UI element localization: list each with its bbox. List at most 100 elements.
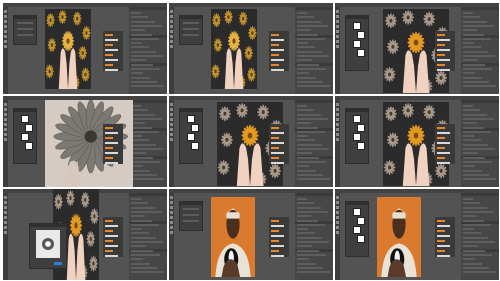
dialog-titlebar[interactable]	[14, 109, 36, 112]
slider-bar[interactable]	[437, 137, 445, 139]
tool-icon[interactable]	[336, 108, 339, 111]
levels-dialog[interactable]	[13, 108, 37, 164]
tool-icon[interactable]	[4, 20, 7, 23]
tool-icon[interactable]	[170, 113, 173, 116]
slider-bar[interactable]	[105, 157, 113, 159]
sample-swatch[interactable]	[357, 217, 365, 225]
slider-bar[interactable]	[437, 54, 445, 56]
slider-bar[interactable]	[271, 44, 279, 46]
toolbar[interactable]	[169, 7, 174, 94]
tool-icon[interactable]	[4, 221, 7, 224]
tool-icon[interactable]	[170, 35, 173, 38]
slider-bar[interactable]	[105, 235, 118, 237]
dialog-titlebar[interactable]	[346, 202, 368, 205]
video-thumbnail-tile[interactable]	[169, 3, 333, 94]
slider-bar[interactable]	[105, 34, 113, 36]
video-thumbnail-tile[interactable]	[335, 189, 499, 280]
toolbar[interactable]	[3, 100, 8, 187]
sample-swatch[interactable]	[353, 226, 361, 234]
tool-icon[interactable]	[336, 211, 339, 214]
slider-bar[interactable]	[271, 127, 279, 129]
slider-bar[interactable]	[437, 250, 445, 252]
tool-icon[interactable]	[4, 103, 7, 106]
tool-icon[interactable]	[4, 128, 7, 131]
slider-bar[interactable]	[437, 235, 450, 237]
tool-icon[interactable]	[336, 123, 339, 126]
sample-swatch[interactable]	[21, 133, 29, 141]
curves-dialog[interactable]	[179, 15, 203, 45]
dialog-titlebar[interactable]	[180, 16, 202, 19]
curves-dialog[interactable]	[13, 15, 37, 45]
slider-bar[interactable]	[271, 59, 284, 61]
toolbar[interactable]	[169, 100, 174, 187]
slider-bar[interactable]	[105, 220, 113, 222]
slider-bar[interactable]	[271, 34, 279, 36]
slider-bar[interactable]	[271, 245, 284, 247]
tool-icon[interactable]	[336, 103, 339, 106]
tool-icon[interactable]	[336, 226, 339, 229]
slider-bar[interactable]	[105, 152, 118, 154]
sample-swatch[interactable]	[25, 142, 33, 150]
panel-tab[interactable]	[129, 193, 167, 196]
tool-icon[interactable]	[170, 211, 173, 214]
slider-bar[interactable]	[437, 132, 450, 134]
dialog-titlebar[interactable]	[180, 202, 202, 205]
slider-bar[interactable]	[271, 142, 284, 144]
video-thumbnail-tile[interactable]	[3, 3, 167, 94]
sample-swatch[interactable]	[191, 142, 199, 150]
slider-bar[interactable]	[271, 162, 284, 164]
tool-icon[interactable]	[336, 15, 339, 18]
video-thumbnail-tile[interactable]	[3, 96, 167, 187]
tool-icon[interactable]	[336, 10, 339, 13]
slider-bar[interactable]	[437, 157, 445, 159]
tool-icon[interactable]	[170, 226, 173, 229]
tool-icon[interactable]	[336, 128, 339, 131]
video-thumbnail-tile[interactable]	[3, 189, 167, 280]
slider-bar[interactable]	[271, 147, 279, 149]
slider-bar[interactable]	[437, 142, 450, 144]
tool-icon[interactable]	[336, 113, 339, 116]
slider-bar[interactable]	[105, 137, 113, 139]
tool-icon[interactable]	[4, 133, 7, 136]
levels-dialog[interactable]	[345, 201, 369, 257]
slider-bar[interactable]	[105, 142, 118, 144]
dialog-titlebar[interactable]	[14, 16, 36, 19]
tool-icon[interactable]	[4, 40, 7, 43]
dialog-titlebar[interactable]	[346, 109, 368, 112]
slider-bar[interactable]	[105, 240, 113, 242]
sample-swatch[interactable]	[357, 31, 365, 39]
slider-bar[interactable]	[437, 152, 450, 154]
tool-icon[interactable]	[170, 201, 173, 204]
tool-icon[interactable]	[336, 25, 339, 28]
slider-bar[interactable]	[271, 250, 279, 252]
tool-icon[interactable]	[170, 118, 173, 121]
slider-bar[interactable]	[437, 59, 450, 61]
slider-bar[interactable]	[271, 132, 284, 134]
slider-bar[interactable]	[437, 49, 450, 51]
tool-icon[interactable]	[4, 15, 7, 18]
toolbar[interactable]	[335, 193, 340, 280]
slider-bar[interactable]	[105, 255, 118, 257]
tool-icon[interactable]	[170, 15, 173, 18]
dialog-titlebar[interactable]	[180, 109, 202, 112]
sample-swatch[interactable]	[25, 124, 33, 132]
slider-bar[interactable]	[105, 49, 118, 51]
tool-icon[interactable]	[170, 128, 173, 131]
levels-dialog[interactable]	[345, 15, 369, 71]
slider-bar[interactable]	[105, 44, 113, 46]
slider-bar[interactable]	[271, 230, 279, 232]
slider-bar[interactable]	[105, 59, 118, 61]
tool-icon[interactable]	[170, 138, 173, 141]
slider-bar[interactable]	[105, 39, 118, 41]
panel-tab[interactable]	[129, 7, 167, 10]
toolbar[interactable]	[335, 7, 340, 94]
panel-tab[interactable]	[295, 7, 333, 10]
sample-swatch[interactable]	[353, 208, 361, 216]
slider-bar[interactable]	[437, 44, 445, 46]
sample-swatch[interactable]	[353, 22, 361, 30]
tool-icon[interactable]	[170, 123, 173, 126]
tool-icon[interactable]	[4, 30, 7, 33]
slider-bar[interactable]	[437, 127, 445, 129]
tool-icon[interactable]	[170, 20, 173, 23]
camera-raw-dialog[interactable]	[29, 223, 67, 269]
